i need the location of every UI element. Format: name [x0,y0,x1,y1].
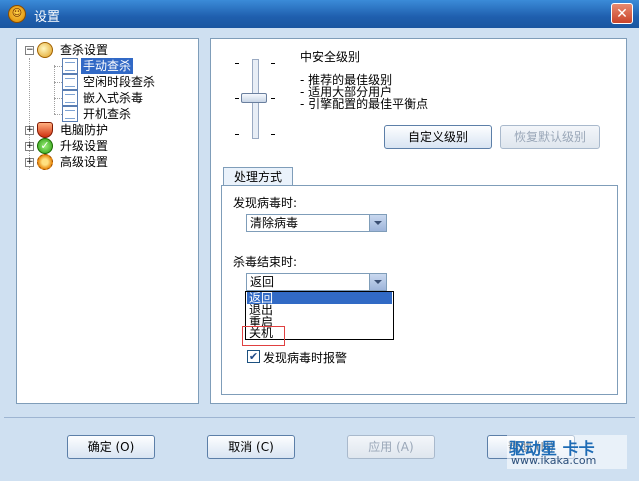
slider-thumb[interactable] [241,93,267,103]
tree-item-label: 空闲时段查杀 [83,75,156,89]
tree-item-label: 电脑防护 [60,123,109,137]
custom-level-button[interactable]: 自定义级别 [384,125,492,149]
chevron-down-icon[interactable] [369,274,386,290]
ok-button[interactable]: 确定 (O) [67,435,155,459]
slider-tick [235,63,239,64]
gear-icon [37,154,53,170]
virus-found-label: 发现病毒时: [233,196,298,210]
shield-icon [37,122,53,138]
scan-end-label: 杀毒结束时: [233,255,298,269]
expand-toggle[interactable]: + [25,126,34,135]
chevron-down-icon[interactable] [369,215,386,231]
slider-tick [271,63,275,64]
expand-toggle[interactable]: + [25,142,34,151]
tree-item-pc-protection[interactable]: + 电脑防护 [17,122,197,138]
security-level-title: 中安全级别 [300,50,361,64]
expand-toggle[interactable]: + [25,158,34,167]
cancel-button[interactable]: 取消 (C) [207,435,295,459]
document-icon [62,58,78,74]
slider-tick [271,134,275,135]
tree-item-label: 嵌入式杀毒 [83,91,144,105]
tree-item-label: 升级设置 [60,139,109,153]
settings-tree[interactable]: − 查杀设置 手动查杀 空闲时段查杀 嵌入式杀毒 开机查杀 + 电脑防护 + ✓ [16,38,199,404]
tree-item-idle-scan[interactable]: 空闲时段查杀 [17,74,197,90]
tree-item-label: 查杀设置 [60,43,109,57]
virus-found-value: 清除病毒 [250,216,299,230]
virus-found-select[interactable]: 清除病毒 [246,214,387,232]
tree-item-scan-settings[interactable]: − 查杀设置 [17,42,197,58]
tree-item-boot-scan[interactable]: 开机查杀 [17,106,197,122]
scan-end-value: 返回 [250,275,275,289]
tree-item-advanced-settings[interactable]: + 高级设置 [17,154,197,170]
tree-item-label: 高级设置 [60,155,109,169]
title-bar: ☺ 设置 ✕ [0,0,639,28]
watermark-logo: 驱动星 卡卡 www.ikaka.com [507,435,627,469]
level-description: - 引擎配置的最佳平衡点 [300,97,429,111]
slider-tick [235,98,239,99]
alarm-checkbox-label: 发现病毒时报警 [263,351,348,365]
slider-tick [271,98,275,99]
tab-processing[interactable]: 处理方式 [223,167,293,186]
scan-end-select[interactable]: 返回 [246,273,387,291]
restore-default-button[interactable]: 恢复默认级别 [500,125,600,149]
collapse-toggle[interactable]: − [25,46,34,55]
tree-item-label: 手动查杀 [81,58,134,74]
divider [4,417,635,418]
tree-item-manual-scan[interactable]: 手动查杀 [17,58,197,74]
app-icon: ☺ [8,5,26,23]
document-icon [62,90,78,106]
tree-item-embedded-scan[interactable]: 嵌入式杀毒 [17,90,197,106]
dialog-body: − 查杀设置 手动查杀 空闲时段查杀 嵌入式杀毒 开机查杀 + 电脑防护 + ✓ [4,28,635,477]
highlight-annotation [242,326,285,346]
alarm-checkbox[interactable]: ✔ [247,350,260,363]
tree-item-label: 开机查杀 [83,107,132,121]
magnifier-icon [37,42,53,58]
document-icon [62,106,78,122]
window-title: 设置 [34,10,61,25]
document-icon [62,74,78,90]
settings-content-panel: 中安全级别 - 推荐的最佳级别 - 适用大部分用户 - 引擎配置的最佳平衡点 自… [210,38,627,404]
tree-item-update-settings[interactable]: + ✓ 升级设置 [17,138,197,154]
check-icon: ✓ [37,138,53,154]
slider-tick [235,134,239,135]
close-button[interactable]: ✕ [611,3,633,24]
watermark-url: www.ikaka.com [511,454,597,467]
apply-button[interactable]: 应用 (A) [347,435,435,459]
